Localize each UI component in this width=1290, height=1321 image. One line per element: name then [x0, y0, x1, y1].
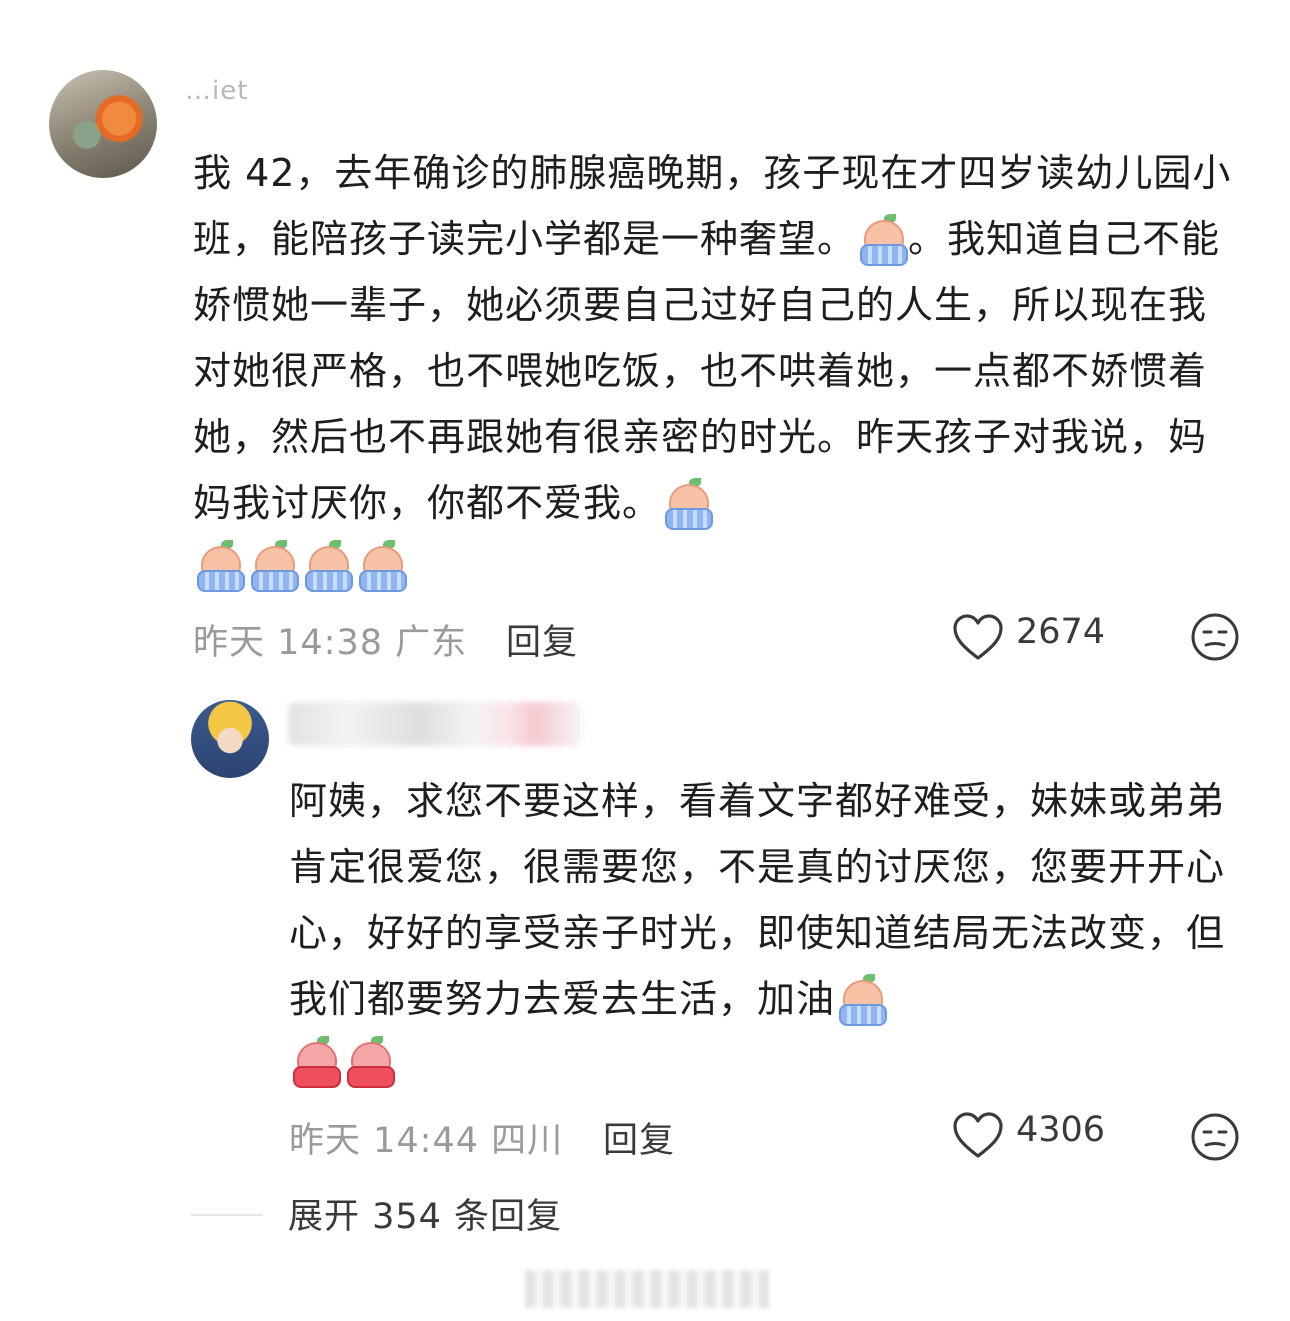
reply-username-blurred[interactable] [288, 702, 583, 746]
comment-text: 我 42，去年确诊的肺腺癌晚期，孩子现在才四岁读幼儿园小班，能陪孩子读完小学都是… [193, 140, 1243, 536]
cheer-emoji [289, 1036, 341, 1088]
crying-emoji [835, 974, 888, 1026]
reply-text-content: 阿姨，求您不要这样，看着文字都好难受，妹妹或弟弟肯定很爱您，很需要您，不是真的讨… [289, 779, 1226, 1021]
crying-emoji [247, 540, 299, 592]
reply-text: 阿姨，求您不要这样，看着文字都好难受，妹妹或弟弟肯定很爱您，很需要您，不是真的讨… [289, 768, 1239, 1032]
username[interactable]: …iet [185, 76, 248, 106]
dislike-face-icon[interactable] [1190, 1112, 1240, 1162]
crying-emoji [193, 540, 245, 592]
dislike-face-icon[interactable] [1190, 612, 1240, 662]
reply-reply-button[interactable]: 回复 [603, 1112, 675, 1163]
cheer-emoji [343, 1036, 395, 1088]
comment-time-location: 昨天 14:38 广东 [193, 623, 468, 663]
crying-emoji [856, 214, 909, 266]
reply-button[interactable]: 回复 [506, 614, 578, 665]
watermark [525, 1270, 770, 1308]
expand-replies-button[interactable]: 展开 354 条回复 [288, 1188, 562, 1239]
like-count: 2674 [1016, 612, 1106, 652]
emoji-row [193, 540, 407, 592]
like-heart-icon[interactable] [952, 1112, 1004, 1160]
crying-emoji [661, 478, 714, 530]
reply-like-count: 4306 [1016, 1110, 1106, 1150]
user-avatar[interactable] [49, 70, 157, 178]
reply-time-location: 昨天 14:44 四川 [289, 1121, 564, 1161]
crying-emoji [355, 540, 407, 592]
reply-emoji-row [289, 1036, 395, 1088]
crying-emoji [301, 540, 353, 592]
reply-user-avatar[interactable] [191, 700, 269, 778]
expand-divider [191, 1214, 263, 1216]
like-heart-icon[interactable] [952, 614, 1004, 662]
